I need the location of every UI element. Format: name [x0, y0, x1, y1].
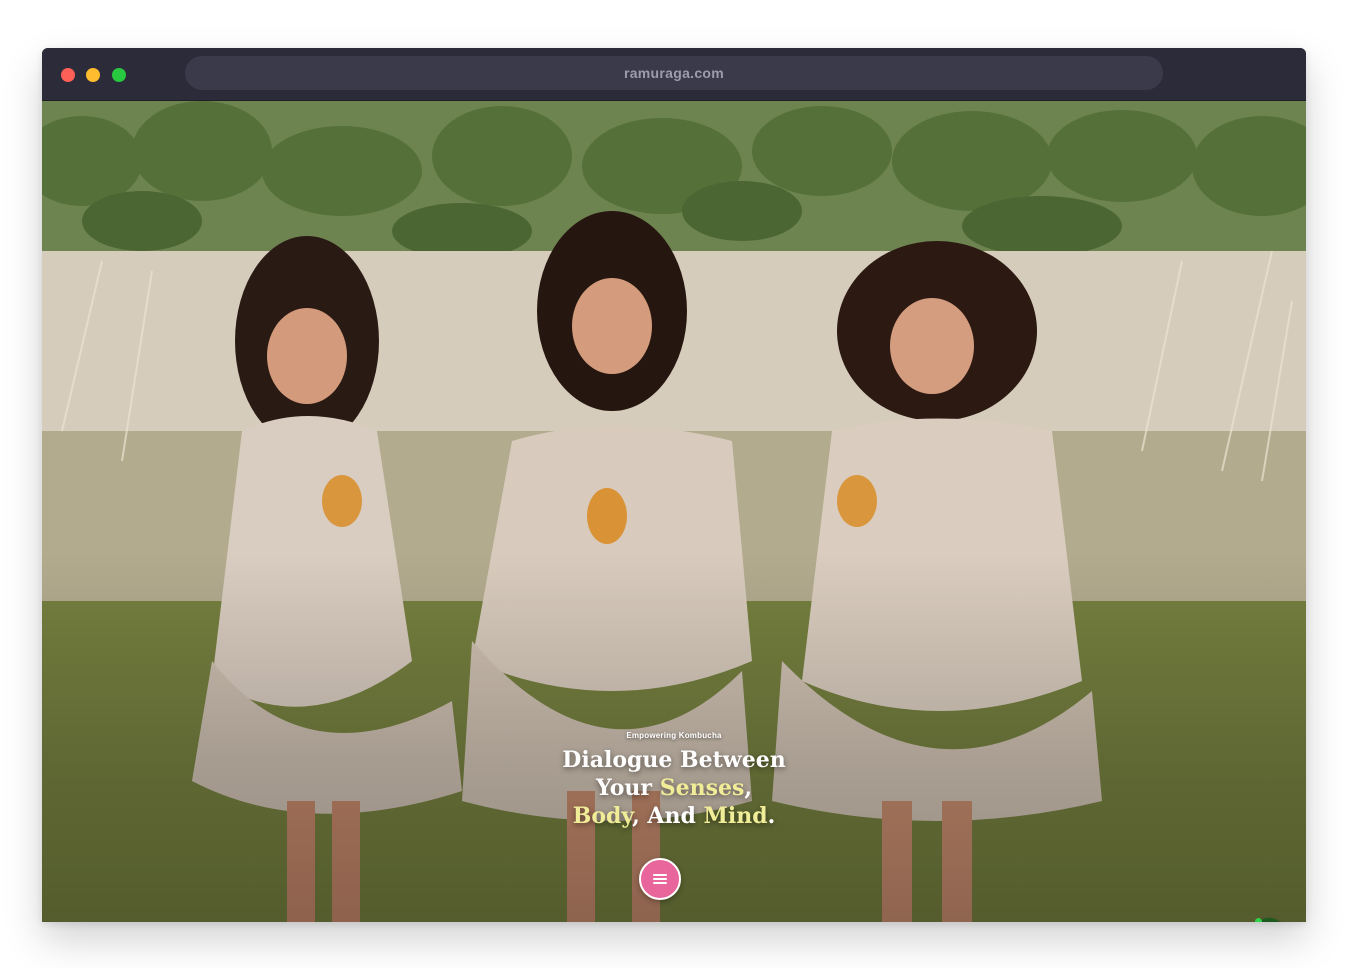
- address-bar[interactable]: ramuraga.com: [185, 56, 1163, 90]
- headline-period: .: [767, 803, 776, 829]
- page-viewport: Empowering Kombucha Dialogue Between You…: [42, 101, 1306, 922]
- hero-headline: Dialogue Between Your Senses, Body, And …: [42, 746, 1306, 830]
- headline-your: Your: [595, 775, 660, 801]
- headline-mind: Mind: [703, 803, 768, 829]
- browser-window: ramuraga.com Empowering Kombucha Dialogu…: [42, 48, 1306, 922]
- hero-text: Empowering Kombucha Dialogue Between You…: [42, 731, 1306, 830]
- headline-line-2: Your Senses,: [42, 774, 1306, 802]
- headline-line-1: Dialogue Between: [562, 747, 786, 773]
- browser-titlebar: ramuraga.com: [42, 48, 1306, 101]
- url-text: ramuraga.com: [623, 65, 725, 81]
- menu-button[interactable]: [639, 858, 681, 900]
- headline-senses: Senses: [659, 775, 745, 801]
- headline-and: , And: [632, 803, 704, 829]
- headline-comma: ,: [744, 775, 753, 801]
- minimize-window-button[interactable]: [86, 68, 100, 82]
- headline-body: Body: [572, 803, 633, 829]
- close-window-button[interactable]: [61, 68, 75, 82]
- headline-line-3: Body, And Mind.: [42, 802, 1306, 830]
- maximize-window-button[interactable]: [112, 68, 126, 82]
- whatsapp-status-dot: [1255, 918, 1262, 922]
- hamburger-icon: [653, 874, 667, 884]
- hero-eyebrow: Empowering Kombucha: [626, 731, 722, 740]
